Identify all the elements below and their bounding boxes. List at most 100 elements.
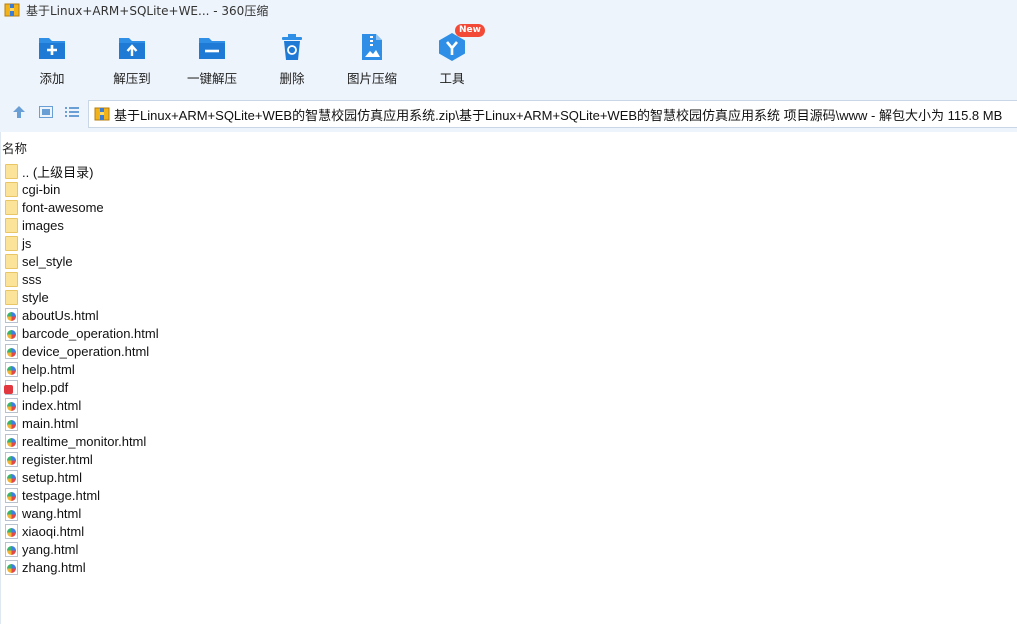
folder-icon [5, 271, 18, 287]
html-file-icon [5, 307, 18, 323]
file-row[interactable]: zhang.html [5, 558, 159, 576]
folder-row[interactable]: font-awesome [5, 198, 159, 216]
pdf-file-icon [4, 379, 18, 395]
file-list: 名称 .. (上级目录) cgi-bin font-awesome images js s… [0, 132, 1017, 624]
file-name: main.html [22, 415, 79, 431]
folder-icon [5, 199, 18, 215]
html-file-icon [5, 361, 18, 377]
folder-row[interactable]: sel_style [5, 252, 159, 270]
file-name: font-awesome [22, 199, 104, 215]
file-row[interactable]: index.html [5, 396, 159, 414]
file-row[interactable]: help.html [5, 360, 159, 378]
one-click-extract-button[interactable]: 一键解压 [172, 32, 252, 87]
file-name: cgi-bin [22, 181, 61, 197]
window-title: 基于Linux+ARM+SQLite+WE... - 360压缩 [26, 3, 269, 18]
file-row[interactable]: device_operation.html [5, 342, 159, 360]
html-file-icon [5, 487, 18, 503]
folder-row[interactable]: images [5, 216, 159, 234]
add-button[interactable]: 添加 [12, 32, 92, 87]
file-name: js [22, 235, 32, 251]
html-file-icon [5, 505, 18, 521]
file-row[interactable]: aboutUs.html [5, 306, 159, 324]
file-row[interactable]: main.html [5, 414, 159, 432]
folder-row[interactable]: style [5, 288, 159, 306]
file-row[interactable]: yang.html [5, 540, 159, 558]
file-name: wang.html [22, 505, 82, 521]
column-header-name[interactable]: 名称 [1, 138, 27, 157]
navigation-bar: 基于Linux+ARM+SQLite+WEB的智慧校园仿真应用系统.zip\基于… [0, 96, 1017, 132]
archive-path: 基于Linux+ARM+SQLite+WEB的智慧校园仿真应用系统.zip\基于… [114, 107, 1003, 123]
folder-row[interactable]: sss [5, 270, 159, 288]
file-name: setup.html [22, 469, 82, 485]
folder-icon [5, 235, 18, 251]
file-row[interactable]: testpage.html [5, 486, 159, 504]
folder-icon [5, 289, 18, 305]
file-name: .. (上级目录) [22, 164, 94, 180]
file-row[interactable]: register.html [5, 450, 159, 468]
file-row[interactable]: xiaoqi.html [5, 522, 159, 540]
html-file-icon [5, 415, 18, 431]
html-file-icon [5, 325, 18, 341]
toolbar: 添加 解压到 一键解压 删除 图片压缩 New 工具 [0, 20, 1017, 96]
image-compress-icon [357, 32, 387, 62]
file-name: aboutUs.html [22, 307, 99, 323]
file-row[interactable]: realtime_monitor.html [5, 432, 159, 450]
extract-to-icon [117, 32, 147, 62]
tools-button[interactable]: New 工具 [412, 24, 492, 87]
folder-icon [5, 217, 18, 233]
one-click-extract-label: 一键解压 [186, 71, 237, 86]
tools-icon: New [437, 24, 485, 62]
title-bar: 基于Linux+ARM+SQLite+WE... - 360压缩 [0, 0, 1017, 20]
file-name: index.html [22, 397, 82, 413]
file-name: style [22, 289, 49, 305]
file-name: testpage.html [22, 487, 101, 503]
file-row[interactable]: setup.html [5, 468, 159, 486]
file-name: register.html [22, 451, 93, 467]
file-name: zhang.html [22, 559, 86, 575]
thumbnail-view-button[interactable] [37, 104, 55, 122]
file-name: yang.html [22, 541, 79, 557]
html-file-icon [5, 451, 18, 467]
new-badge: New [455, 24, 485, 37]
html-file-icon [5, 523, 18, 539]
file-name: sel_style [22, 253, 73, 269]
file-name: device_operation.html [22, 343, 150, 359]
folder-row[interactable]: js [5, 234, 159, 252]
file-row[interactable]: barcode_operation.html [5, 324, 159, 342]
html-file-icon [5, 397, 18, 413]
file-name: help.html [22, 361, 75, 377]
folder-icon [5, 163, 18, 179]
html-file-icon [5, 433, 18, 449]
folder-row[interactable]: .. (上级目录) [5, 162, 159, 180]
folder-icon [5, 253, 18, 269]
file-row[interactable]: help.pdf [4, 378, 159, 396]
delete-icon [277, 32, 307, 62]
delete-button[interactable]: 删除 [252, 32, 332, 87]
image-compress-label: 图片压缩 [346, 71, 397, 86]
file-row[interactable]: wang.html [5, 504, 159, 522]
file-name: sss [22, 271, 42, 287]
thumbnail-view-icon [39, 105, 53, 121]
go-up-button[interactable] [10, 104, 28, 122]
one-click-extract-icon [197, 32, 227, 62]
html-file-icon [5, 343, 18, 359]
folder-row[interactable]: cgi-bin [5, 180, 159, 198]
extract-to-label: 解压到 [113, 71, 151, 86]
file-rows: .. (上级目录) cgi-bin font-awesome images js sel_… [4, 162, 159, 576]
list-view-icon [65, 106, 79, 121]
tools-label: 工具 [439, 71, 465, 86]
list-view-button[interactable] [63, 104, 81, 122]
archive-app-icon [4, 3, 20, 17]
html-file-icon [5, 559, 18, 575]
zip-archive-icon [94, 106, 110, 122]
image-compress-button[interactable]: 图片压缩 [332, 32, 412, 87]
address-bar[interactable]: 基于Linux+ARM+SQLite+WEB的智慧校园仿真应用系统.zip\基于… [88, 100, 1017, 128]
folder-icon [5, 181, 18, 197]
html-file-icon [5, 469, 18, 485]
html-file-icon [5, 541, 18, 557]
extract-to-button[interactable]: 解压到 [92, 32, 172, 87]
delete-label: 删除 [279, 71, 305, 86]
file-name: barcode_operation.html [22, 325, 159, 341]
file-name: realtime_monitor.html [22, 433, 147, 449]
arrow-up-icon [12, 105, 26, 122]
